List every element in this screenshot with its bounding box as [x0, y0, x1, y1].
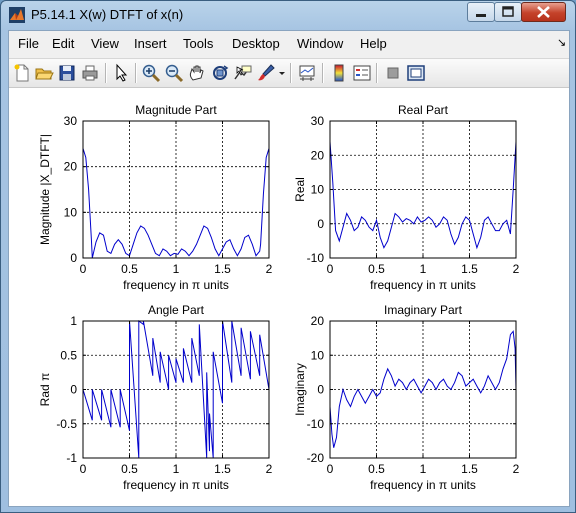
y-tick-label: 20	[311, 314, 325, 328]
y-tick-label: 1	[70, 314, 77, 328]
rotate-3d-icon[interactable]	[210, 63, 230, 83]
y-tick-label: 30	[64, 114, 78, 128]
x-axis-label: frequency in π units	[123, 478, 229, 492]
menu-window[interactable]: Window	[297, 36, 343, 51]
y-tick-label: 20	[64, 160, 78, 174]
y-tick-label: 0	[317, 383, 324, 397]
x-tick-label: 1	[173, 262, 180, 276]
menu-desktop[interactable]: Desktop	[232, 36, 280, 51]
maximize-icon	[502, 6, 514, 17]
figure-frame: File Edit View Insert Tools Desktop Wind…	[8, 30, 570, 507]
x-tick-label: 1	[420, 262, 427, 276]
x-tick-label: 0.5	[368, 262, 385, 276]
minimize-icon	[476, 14, 486, 17]
y-tick-label: 0	[70, 251, 77, 265]
save-icon[interactable]	[57, 63, 77, 83]
legend-icon[interactable]	[352, 63, 372, 83]
y-axis-label: Magnitude |X_DTFT|	[38, 134, 52, 245]
toolbar-separator	[105, 63, 107, 83]
menu-file[interactable]: File	[18, 36, 39, 51]
zoom-in-icon[interactable]	[141, 63, 161, 83]
y-tick-label: 0	[70, 383, 77, 397]
y-tick-label: 30	[311, 114, 325, 128]
window-title: P5.14.1 X(w) DTFT of x(n)	[31, 7, 184, 22]
y-tick-label: -20	[307, 451, 325, 465]
data-cursor-icon[interactable]	[233, 63, 253, 83]
link-plot-icon[interactable]	[297, 63, 317, 83]
zoom-out-icon[interactable]	[164, 63, 184, 83]
pointer-icon[interactable]	[111, 63, 131, 83]
y-axis-label: Imaginary	[293, 363, 307, 416]
axes-title: Real Part	[398, 103, 449, 117]
menu-dock-arrow-icon[interactable]: ↘	[557, 36, 566, 49]
x-axis-label: frequency in π units	[370, 278, 476, 292]
toolbar-separator	[322, 63, 324, 83]
print-icon[interactable]	[80, 63, 100, 83]
menu-help[interactable]: Help	[360, 36, 387, 51]
figure-toolbar	[9, 58, 569, 88]
x-tick-label: 1	[420, 462, 427, 476]
x-tick-label: 0.5	[121, 262, 138, 276]
x-tick-label: 0	[80, 262, 87, 276]
x-tick-label: 1.5	[461, 462, 478, 476]
show-plot-tools-icon[interactable]	[406, 63, 426, 83]
colorbar-icon[interactable]	[329, 63, 349, 83]
y-tick-label: 0.5	[60, 348, 77, 362]
toolbar-separator	[135, 63, 137, 83]
menu-tools[interactable]: Tools	[183, 36, 213, 51]
x-tick-label: 0	[80, 462, 87, 476]
x-axis-label: frequency in π units	[370, 478, 476, 492]
menu-insert[interactable]: Insert	[134, 36, 167, 51]
axes-title: Angle Part	[148, 303, 205, 317]
axes-title: Magnitude Part	[135, 103, 217, 117]
pan-icon[interactable]	[187, 63, 207, 83]
toolbar-separator	[290, 63, 292, 83]
menu-view[interactable]: View	[91, 36, 119, 51]
x-tick-label: 2	[266, 462, 273, 476]
menu-edit[interactable]: Edit	[52, 36, 74, 51]
axes-title: Imaginary Part	[384, 303, 463, 317]
maximize-button[interactable]	[494, 2, 522, 22]
y-tick-label: -1	[66, 451, 77, 465]
y-tick-label: -10	[307, 417, 325, 431]
close-button[interactable]	[521, 2, 566, 22]
x-tick-label: 1.5	[214, 262, 231, 276]
x-tick-label: 2	[513, 462, 520, 476]
open-folder-icon[interactable]	[34, 63, 54, 83]
y-tick-label: 10	[64, 205, 78, 219]
y-tick-label: -10	[307, 251, 325, 265]
y-axis-label: Rad π	[38, 373, 52, 407]
x-tick-label: 1.5	[214, 462, 231, 476]
subplot-area: 0 0.5 1 1.5 20102030Magnitude Partfrequency …	[38, 103, 520, 492]
new-file-icon[interactable]	[12, 63, 32, 83]
x-tick-label: 0.5	[368, 462, 385, 476]
y-tick-label: 10	[311, 348, 325, 362]
figure-canvas: 0 0.5 1 1.5 2 0 10 20 30 Magnitude Part frequency …	[9, 88, 569, 506]
x-tick-label: 1	[173, 462, 180, 476]
hide-plot-tools-icon[interactable]	[383, 63, 403, 83]
close-icon	[537, 6, 550, 18]
x-tick-label: 1.5	[461, 262, 478, 276]
minimize-button[interactable]	[467, 2, 495, 22]
y-axis-label: Real	[293, 177, 307, 202]
brush-icon[interactable]	[256, 63, 276, 83]
menu-bar: File Edit View Insert Tools Desktop Wind…	[9, 31, 569, 57]
brush-dropdown-icon[interactable]	[277, 63, 287, 83]
toolbar-separator	[376, 63, 378, 83]
title-bar[interactable]: P5.14.1 X(w) DTFT of x(n)	[1, 1, 575, 29]
y-tick-label: 10	[311, 183, 325, 197]
x-tick-label: 2	[513, 262, 520, 276]
x-tick-label: 0	[327, 262, 334, 276]
matlab-logo-icon	[9, 7, 25, 23]
y-tick-label: 0	[317, 217, 324, 231]
x-tick-label: 2	[266, 262, 273, 276]
x-axis-label: frequency in π units	[123, 278, 229, 292]
y-tick-label: -0.5	[56, 417, 77, 431]
y-tick-label: 20	[311, 148, 325, 162]
x-tick-label: 0	[327, 462, 334, 476]
x-tick-label: 0.5	[121, 462, 138, 476]
figure-window: P5.14.1 X(w) DTFT of x(n) File Edit View…	[0, 0, 576, 513]
